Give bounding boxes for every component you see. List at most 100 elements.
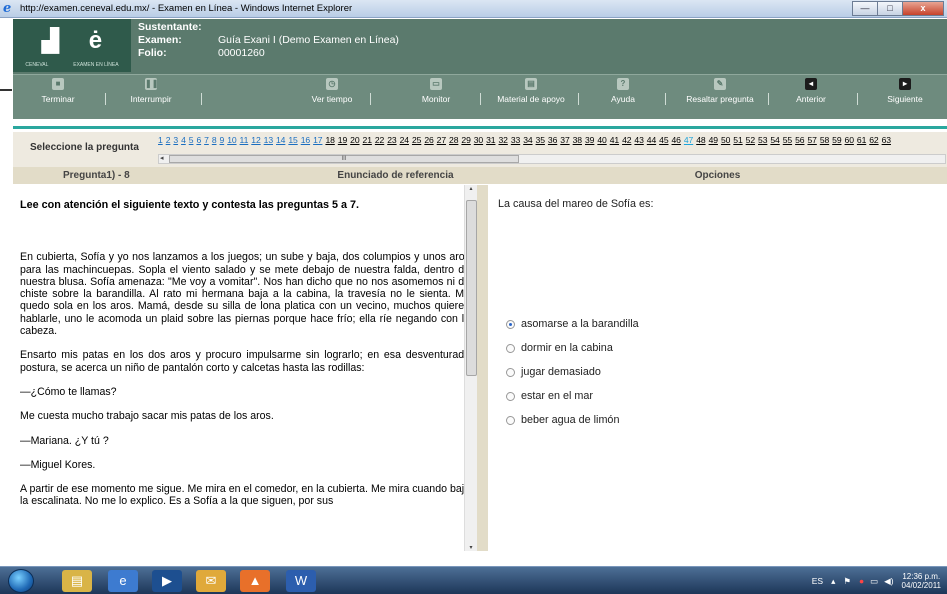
question-link[interactable]: 25	[412, 135, 421, 145]
vertical-scrollbar[interactable]: ▴ ▾	[464, 185, 477, 551]
question-link[interactable]: 47	[684, 135, 693, 145]
question-link[interactable]: 29	[461, 135, 470, 145]
radio-button[interactable]	[506, 319, 515, 329]
explorer-icon[interactable]: ▤	[62, 570, 92, 592]
question-link[interactable]: 37	[560, 135, 569, 145]
siguiente-button[interactable]: ▸ Siguiente	[881, 78, 929, 104]
ver-tiempo-button[interactable]: ◷ Ver tiempo	[307, 78, 357, 104]
question-link[interactable]: 23	[387, 135, 396, 145]
vertical-scrollbar-thumb[interactable]	[466, 200, 477, 376]
question-link[interactable]: 12	[251, 135, 260, 145]
network-icon[interactable]: ▭	[870, 576, 878, 587]
question-link[interactable]: 17	[313, 135, 322, 145]
horizontal-scrollbar[interactable]: ◂ III	[158, 154, 946, 164]
question-link[interactable]: 56	[795, 135, 804, 145]
question-link[interactable]: 44	[647, 135, 656, 145]
question-link[interactable]: 41	[610, 135, 619, 145]
question-link[interactable]: 31	[486, 135, 495, 145]
question-link[interactable]: 55	[783, 135, 792, 145]
radio-button[interactable]	[506, 391, 515, 401]
answer-option[interactable]: estar en el mar	[506, 384, 639, 408]
question-link[interactable]: 52	[746, 135, 755, 145]
question-link[interactable]: 62	[869, 135, 878, 145]
answer-option[interactable]: asomarse a la barandilla	[506, 312, 639, 336]
resaltar-pregunta-button[interactable]: ✎ Resaltar pregunta	[678, 78, 762, 104]
vlc-icon[interactable]: ▲	[240, 570, 270, 592]
question-link[interactable]: 9	[220, 135, 225, 145]
minimize-button[interactable]: —	[852, 1, 878, 16]
anterior-button[interactable]: ◂ Anterior	[789, 78, 833, 104]
question-link[interactable]: 38	[573, 135, 582, 145]
flag-icon[interactable]: ⚑	[843, 576, 851, 587]
material-de-apoyo-button[interactable]: ▤ Material de apoyo	[491, 78, 571, 104]
start-button[interactable]	[8, 569, 34, 593]
question-link[interactable]: 13	[264, 135, 273, 145]
question-link[interactable]: 19	[338, 135, 347, 145]
question-link[interactable]: 35	[536, 135, 545, 145]
question-link[interactable]: 59	[832, 135, 841, 145]
question-link[interactable]: 53	[758, 135, 767, 145]
question-link[interactable]: 6	[196, 135, 201, 145]
question-link[interactable]: 36	[548, 135, 557, 145]
word-icon[interactable]: W	[286, 570, 316, 592]
question-link[interactable]: 21	[363, 135, 372, 145]
question-link[interactable]: 61	[857, 135, 866, 145]
question-link[interactable]: 51	[733, 135, 742, 145]
terminar-button[interactable]: ■ Terminar	[33, 78, 83, 104]
radio-button[interactable]	[506, 415, 515, 425]
question-link[interactable]: 28	[449, 135, 458, 145]
radio-button[interactable]	[506, 343, 515, 353]
question-link[interactable]: 5	[189, 135, 194, 145]
question-link[interactable]: 58	[820, 135, 829, 145]
media-player-icon[interactable]: ▶	[152, 570, 182, 592]
question-link[interactable]: 32	[498, 135, 507, 145]
interrumpir-button[interactable]: ❚❚ Interrumpir	[121, 78, 181, 104]
question-link[interactable]: 33	[511, 135, 520, 145]
answer-option[interactable]: dormir en la cabina	[506, 336, 639, 360]
question-link[interactable]: 18	[325, 135, 334, 145]
radio-button[interactable]	[506, 367, 515, 377]
question-link[interactable]: 50	[721, 135, 730, 145]
maximize-button[interactable]: □	[877, 1, 903, 16]
question-link[interactable]: 57	[807, 135, 816, 145]
question-link[interactable]: 24	[400, 135, 409, 145]
question-link[interactable]: 15	[288, 135, 297, 145]
answer-option[interactable]: beber agua de limón	[506, 408, 639, 432]
question-link[interactable]: 16	[301, 135, 310, 145]
question-link[interactable]: 27	[437, 135, 446, 145]
question-link[interactable]: 2	[166, 135, 171, 145]
folder-icon[interactable]: ✉	[196, 570, 226, 592]
question-link[interactable]: 20	[350, 135, 359, 145]
question-link[interactable]: 34	[523, 135, 532, 145]
tray-arrow-icon[interactable]: ▴	[831, 576, 835, 587]
question-link[interactable]: 49	[709, 135, 718, 145]
language-indicator[interactable]: ES	[812, 576, 823, 586]
question-link[interactable]: 10	[227, 135, 236, 145]
question-link[interactable]: 26	[424, 135, 433, 145]
close-button[interactable]: x	[902, 1, 944, 16]
question-link[interactable]: 43	[634, 135, 643, 145]
volume-icon[interactable]: ◀)	[884, 576, 893, 587]
question-link[interactable]: 3	[173, 135, 178, 145]
question-link[interactable]: 14	[276, 135, 285, 145]
alert-icon[interactable]: ●	[859, 576, 864, 586]
scroll-left-icon[interactable]: ◂	[160, 154, 164, 162]
scrollbar-thumb[interactable]: III	[169, 155, 519, 163]
question-link[interactable]: 46	[672, 135, 681, 145]
question-link[interactable]: 54	[770, 135, 779, 145]
question-link[interactable]: 45	[659, 135, 668, 145]
question-link[interactable]: 11	[240, 135, 249, 145]
question-link[interactable]: 40	[597, 135, 606, 145]
question-link[interactable]: 63	[882, 135, 891, 145]
question-link[interactable]: 60	[845, 135, 854, 145]
clock[interactable]: 12:36 p.m. 04/02/2011	[902, 572, 941, 590]
question-link[interactable]: 48	[696, 135, 705, 145]
question-link[interactable]: 42	[622, 135, 631, 145]
ayuda-button[interactable]: ? Ayuda	[603, 78, 643, 104]
scroll-down-icon[interactable]: ▾	[465, 544, 477, 551]
question-link[interactable]: 39	[585, 135, 594, 145]
internet-explorer-icon[interactable]: e	[108, 570, 138, 592]
question-link[interactable]: 1	[158, 135, 163, 145]
question-link[interactable]: 8	[212, 135, 217, 145]
answer-option[interactable]: jugar demasiado	[506, 360, 639, 384]
